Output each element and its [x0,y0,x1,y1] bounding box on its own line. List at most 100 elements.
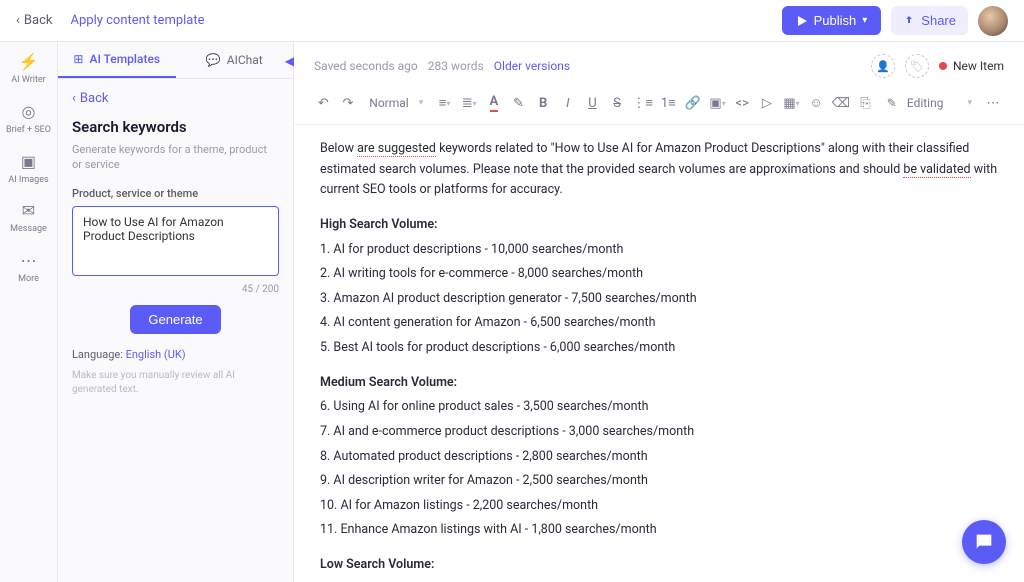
message-icon: ✉ [22,201,35,220]
rail-label: Brief + SEO [6,125,51,136]
underline-button[interactable]: U [583,92,602,114]
category-tag-button[interactable]: 🏷 [905,54,929,78]
rail-label: Message [10,224,47,235]
chat-bubble-button[interactable] [962,520,1006,564]
grid-icon: ⊞ [73,52,83,66]
user-icon: 👤 [876,60,890,73]
list-item: 10. AI for Amazon listings - 2,200 searc… [320,496,998,517]
panel-description: Generate keywords for a theme, product o… [72,142,279,173]
rail-label: AI Writer [11,75,45,86]
rail-brief-seo[interactable]: ◎ Brief + SEO [6,102,51,136]
language-row: Language: English (UK) [72,348,279,361]
align-button[interactable]: ≡▾ [435,92,454,114]
highlight-button[interactable]: ✎ [509,92,528,114]
tab-label: AI Templates [89,52,160,66]
emoji-icon: ☺ [810,95,823,111]
list-item: 3. Amazon AI product description generat… [320,289,998,310]
icon-rail: ⚡ AI Writer ◎ Brief + SEO ▣ AI Images ✉ … [0,42,58,582]
more-toolbar-button[interactable]: ⋯ [982,92,1004,114]
para-style-label: Normal [369,96,408,110]
bold-icon: B [539,96,547,111]
avatar[interactable] [978,6,1008,36]
editing-mode-select[interactable]: ✎ Editing ▾ [881,96,978,110]
video-button[interactable]: ▷ [758,92,777,114]
clear-format-button[interactable]: ⌫ [831,92,850,114]
list-item: 1. AI for product descriptions - 10,000 … [320,240,998,261]
indent-button[interactable]: ≣▾ [460,92,479,114]
section-heading: High Search Volume: [320,215,998,236]
document-body[interactable]: Below are suggested keywords related to … [294,125,1024,582]
list-item: 5. Best AI tools for product description… [320,338,998,359]
chevron-left-icon: ‹ [72,91,76,106]
underline-icon: U [588,96,596,111]
tab-ai-templates[interactable]: ⊞ AI Templates [58,42,176,78]
older-versions-link[interactable]: Older versions [494,59,570,73]
chat-icon [973,531,995,553]
highlight-icon: ✎ [513,96,524,111]
paragraph-style-select[interactable]: Normal ▾ [363,96,429,110]
top-header: ‹ Back Apply content template Publish ▾ … [0,0,1024,42]
text-color-button[interactable]: A [485,92,504,114]
tab-aichat[interactable]: 💬 AIChat [176,43,294,77]
field-label: Product, service or theme [72,187,279,200]
indent-icon: ≣ [462,96,473,111]
editing-label: Editing [907,96,944,110]
bullet-list-button[interactable]: ⋮≡ [632,92,653,114]
strike-button[interactable]: S [608,92,627,114]
rail-ai-images[interactable]: ▣ AI Images [8,152,48,186]
publish-button[interactable]: Publish ▾ [782,6,882,35]
chevron-down-icon: ▾ [967,98,972,108]
special-button[interactable]: ⎘ [856,92,875,114]
text-color-icon: A [490,94,499,112]
strike-icon: S [613,96,621,111]
pencil-icon: ✎ [887,96,897,110]
share-button[interactable]: Share [891,6,968,35]
code-icon: <> [736,96,749,111]
theme-input[interactable] [72,206,279,276]
editor-toolbar: ↶ ↷ Normal ▾ ≡▾ ≣▾ A ✎ B I U S ⋮≡ 1≡ 🔗 ▣… [294,86,1024,125]
generate-button[interactable]: Generate [130,305,220,334]
numbered-list-icon: 1≡ [661,95,676,111]
numbered-list-button[interactable]: 1≡ [659,92,678,114]
share-label: Share [921,13,956,28]
more-icon: ⋯ [987,96,1000,111]
chevron-left-icon: ‹ [16,13,20,28]
bullet-list-icon: ⋮≡ [632,95,653,111]
sidebar-back-button[interactable]: ‹ Back [72,91,279,106]
play-icon: ▷ [762,96,772,111]
list-item: 8. Automated product descriptions - 2,80… [320,447,998,468]
language-select[interactable]: English (UK) [126,348,186,361]
char-count: 45 / 200 [72,284,279,295]
table-button[interactable]: ▦▾ [782,92,801,114]
redo-button[interactable]: ↷ [339,92,358,114]
emoji-button[interactable]: ☺ [807,92,826,114]
image-icon: ▣ [21,152,36,171]
rail-label: AI Images [8,175,48,186]
publish-label: Publish [814,13,857,28]
undo-icon: ↶ [318,96,329,111]
sidebar-panel: ⊞ AI Templates 💬 AIChat ◀ ‹ Back Search … [58,42,294,582]
rail-message[interactable]: ✉ Message [10,201,47,235]
undo-button[interactable]: ↶ [314,92,333,114]
link-button[interactable]: 🔗 [684,92,703,114]
code-button[interactable]: <> [733,92,752,114]
special-icon: ⎘ [860,96,870,111]
rail-ai-writer[interactable]: ⚡ AI Writer [11,52,45,86]
status-chip[interactable]: New Item [939,59,1004,73]
apply-template-link[interactable]: Apply content template [70,13,204,28]
image-button[interactable]: ▣▾ [708,92,727,114]
list-item: 4. AI content generation for Amazon - 6,… [320,313,998,334]
back-button[interactable]: ‹ Back [16,13,52,28]
add-collaborator-button[interactable]: 👤 [871,54,895,78]
bold-button[interactable]: B [534,92,553,114]
rail-more[interactable]: ⋯ More [18,251,39,285]
target-icon: ◎ [22,102,36,121]
link-icon: 🔗 [685,96,701,111]
editor-column: Saved seconds ago 283 words Older versio… [294,42,1024,582]
list-item: 11. Enhance Amazon listings with AI - 1,… [320,520,998,541]
bolt-icon: ⚡ [19,52,39,71]
back-label: Back [80,91,109,106]
collapse-sidebar-button[interactable]: ◀ [285,54,294,68]
italic-button[interactable]: I [558,92,577,114]
back-label: Back [24,13,53,28]
